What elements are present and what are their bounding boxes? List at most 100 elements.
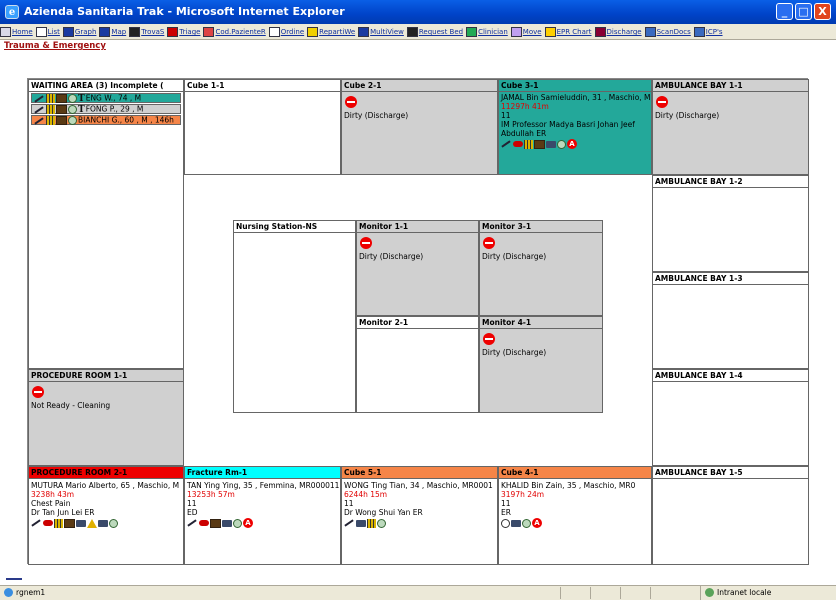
patient-detail: 11 — [187, 499, 197, 508]
nursing-station[interactable]: Nursing Station-NS — [233, 220, 356, 413]
room-ambulance-bay-1-2[interactable]: AMBULANCE BAY 1-2 — [652, 175, 809, 272]
toolbar-label: Home — [12, 28, 33, 36]
room-monitor-1-1[interactable]: Monitor 1-1 Dirty (Discharge) — [356, 220, 479, 316]
room-procedure-room-2-1[interactable]: PROCEDURE ROOM 2-1 MUTURA Mario Alberto,… — [28, 466, 184, 565]
room-status: Dirty (Discharge) — [482, 348, 547, 357]
toolbar-trovas-button[interactable]: TrovaS — [129, 24, 164, 39]
waiting-patient-row[interactable]: TFONG P., 29 , M — [31, 104, 181, 115]
room-cube-3-1[interactable]: Cube 3-1 JAMAL Bin Samieluddin, 31 , Mas… — [498, 79, 652, 175]
multiview-icon — [358, 27, 370, 37]
maximize-button[interactable]: □ — [795, 3, 812, 20]
room-cube-2-1[interactable]: Cube 2-1 Dirty (Discharge) — [341, 79, 498, 175]
toolbar-request-bed-button[interactable]: Request Bed — [406, 24, 463, 39]
lab-icon — [46, 94, 55, 103]
elapsed-time: 11297h 41m — [501, 102, 549, 111]
toolbar-triage-button[interactable]: Triage — [167, 24, 200, 39]
toolbar-home-button[interactable]: Home — [0, 24, 33, 39]
minimize-button[interactable]: _ — [776, 3, 793, 20]
row-icons — [34, 116, 78, 125]
complaint: Chest Pain — [31, 499, 71, 508]
zone-text: Intranet locale — [717, 588, 772, 597]
patient-detail: 11 — [501, 111, 511, 120]
order-icon — [268, 27, 280, 37]
floor-plan: WAITING AREA (3) Incomplete ( TENG W., 7… — [27, 78, 809, 565]
map-icon — [99, 27, 111, 37]
room-monitor-4-1[interactable]: Monitor 4-1 Dirty (Discharge) — [479, 316, 603, 413]
status-left: rgnem1 — [4, 586, 45, 600]
clock-icon — [501, 518, 510, 528]
list-icon — [35, 27, 47, 37]
status-zone: Intranet locale — [700, 586, 771, 600]
room-monitor-2-1[interactable]: Monitor 2-1 — [356, 316, 479, 413]
room-fracture-rm-1[interactable]: Fracture Rm-1 TAN Ying Ying, 35 , Femmin… — [184, 466, 341, 565]
syringe-icon — [34, 116, 44, 125]
patient-name[interactable]: KHALID Bin Zain, 35 , Maschio, MR0 — [501, 481, 649, 490]
room-ambulance-bay-1-1[interactable]: AMBULANCE BAY 1-1 Dirty (Discharge) — [652, 79, 809, 175]
room-title: AMBULANCE BAY 1-3 — [653, 273, 808, 285]
toolbar-list-button[interactable]: List — [35, 24, 60, 39]
toolbar-icp-s-button[interactable]: ICP's — [693, 24, 723, 39]
toolbar-label: Map — [111, 28, 127, 36]
patient-name[interactable]: MUTURA Mario Alberto, 65 , Maschio, M — [31, 481, 181, 490]
toolbar-map-button[interactable]: Map — [99, 24, 127, 39]
room-cube-1-1[interactable]: Cube 1-1 — [184, 79, 341, 175]
room-title: Nursing Station-NS — [234, 221, 355, 233]
doctor-icon — [68, 105, 77, 114]
toolbar-label: Clinician — [478, 28, 508, 36]
intranet-icon — [705, 588, 714, 597]
triage-icon: T — [78, 105, 85, 115]
scroll-indicator[interactable] — [6, 578, 22, 580]
toolbar-clinician-button[interactable]: Clinician — [466, 24, 508, 39]
xray-icon — [56, 94, 67, 103]
status-icons: A — [501, 139, 649, 151]
room-procedure-room-1-1[interactable]: PROCEDURE ROOM 1-1 Not Ready - Cleaning — [28, 369, 184, 466]
room-ambulance-bay-1-4[interactable]: AMBULANCE BAY 1-4 — [652, 369, 809, 466]
room-title: Cube 3-1 — [499, 80, 651, 92]
doctor-icon — [68, 94, 77, 103]
toolbar-scandocs-button[interactable]: ScanDocs — [644, 24, 691, 39]
attending-doctor: Dr Tan Jun Lei ER — [31, 508, 95, 517]
room-title: AMBULANCE BAY 1-4 — [653, 370, 808, 382]
doctor-icon — [557, 139, 566, 149]
toolbar-label: Ordine — [280, 28, 305, 36]
scan-icon — [644, 27, 656, 37]
toolbar-move-button[interactable]: Move — [510, 24, 542, 39]
row-icons: T — [34, 105, 86, 115]
toolbar-epr-chart-button[interactable]: EPR Chart — [544, 24, 592, 39]
main-toolbar: Home List Graph Map TrovaS Triage Cod.Paziente… — [0, 24, 836, 40]
waiting-area[interactable]: WAITING AREA (3) Incomplete ( TENG W., 7… — [28, 79, 184, 369]
toolbar-multiview-button[interactable]: MultiView — [358, 24, 404, 39]
alert-icon: A — [243, 518, 253, 528]
room-title: Cube 2-1 — [342, 80, 497, 92]
toolbar-ordine-button[interactable]: Ordine — [268, 24, 305, 39]
clinician-icon — [466, 27, 478, 37]
waiting-patient-row[interactable]: TENG W., 74 , M — [31, 93, 181, 104]
patient-name[interactable]: JAMAL Bin Samieluddin, 31 , Maschio, M — [501, 93, 651, 102]
transfer-icon — [98, 519, 108, 527]
patient-name[interactable]: TAN Ying Ying, 35 , Femmina, MR000011 — [187, 481, 339, 490]
waiting-patient-row[interactable]: BIANCHI G., 60 , M , 146h — [31, 115, 181, 125]
room-cube-5-1[interactable]: Cube 5-1 WONG Ting Tian, 34 , Maschio, M… — [341, 466, 498, 565]
lab-icon — [367, 518, 376, 528]
page-icon — [4, 588, 13, 597]
bed-icon — [356, 519, 366, 527]
room-cube-4-1[interactable]: Cube 4-1 KHALID Bin Zain, 35 , Maschio, … — [498, 466, 652, 565]
toolbar-discharge-button[interactable]: Discharge — [594, 24, 642, 39]
close-button[interactable]: X — [814, 3, 831, 20]
room-monitor-3-1[interactable]: Monitor 3-1 Dirty (Discharge) — [479, 220, 603, 316]
patient-name[interactable]: WONG Ting Tian, 34 , Maschio, MR0001 — [344, 481, 495, 490]
icp-icon — [693, 27, 705, 37]
patient-detail-2: ER — [501, 508, 511, 517]
breadcrumb[interactable]: Trauma & Emergency — [4, 41, 106, 51]
room-ambulance-bay-1-5[interactable]: AMBULANCE BAY 1-5 — [652, 466, 809, 565]
room-ambulance-bay-1-3[interactable]: AMBULANCE BAY 1-3 — [652, 272, 809, 369]
patient-detail: 11 — [344, 499, 354, 508]
status-divider — [590, 587, 591, 599]
toolbar-graph-button[interactable]: Graph — [62, 24, 96, 39]
room-title: Monitor 1-1 — [357, 221, 478, 233]
waiting-patient-name: FONG P., 29 , M — [85, 104, 144, 114]
bed-icon — [406, 27, 418, 37]
room-title: Cube 4-1 — [499, 467, 651, 479]
toolbar-repartiwe-button[interactable]: RepartiWe — [307, 24, 355, 39]
toolbar-cod-pazienter-button[interactable]: Cod.PazienteR — [203, 24, 266, 39]
